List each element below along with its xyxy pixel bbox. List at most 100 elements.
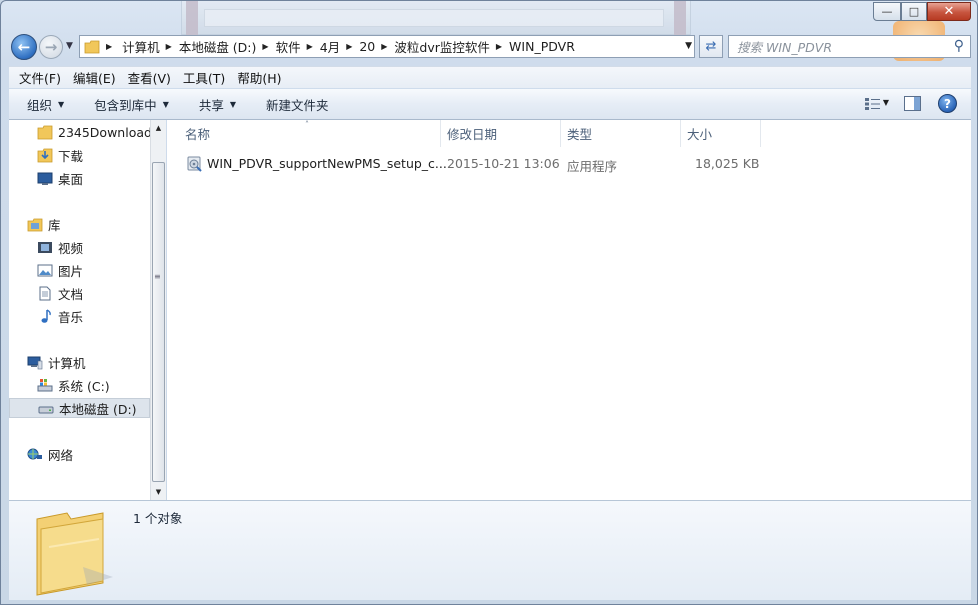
folder-icon [36,512,113,596]
folder-icon [37,125,53,139]
search-icon[interactable]: ⚲ [954,38,964,54]
close-button[interactable]: ✕ [927,2,971,21]
nav-item-label: 系统 (C:) [58,378,110,394]
view-options-icon[interactable] [865,98,881,110]
menu-edit[interactable]: 编辑(E) [67,68,122,87]
organize-label: 组织 [27,97,53,113]
nav-item-music[interactable]: 音乐 [37,306,83,326]
nav-item-computer[interactable]: 计算机 [27,352,86,372]
file-size: 18,025 KB [695,156,760,171]
maximize-button[interactable]: □ [901,2,927,21]
command-bar: 组织 ▼ 包含到库中 ▼ 共享 ▼ 新建文件夹 ▼ ? [9,89,971,120]
nav-item-videos[interactable]: 视频 [37,237,83,257]
menu-file[interactable]: 文件(F) [13,68,67,87]
crumb-separator[interactable]: ▶ [496,42,502,51]
menu-tools[interactable]: 工具(T) [177,68,231,87]
recent-pages-dropdown[interactable]: ▼ [66,41,73,51]
navigation-pane: 2345Downloads 下载 桌面 库 视频 图片 文档 音乐 计算机 系统… [9,120,166,500]
nav-item-label: 视频 [58,240,84,256]
nav-item-drive-c[interactable]: 系统 (C:) [37,375,110,395]
file-list: ˄ 名称 修改日期 类型 大小 WIN_PDVR_supportNewPMS_s… [167,120,971,500]
search-input[interactable]: 搜索 WIN_PDVR ⚲ [728,35,971,58]
nav-item-pictures[interactable]: 图片 [37,260,83,280]
crumb-separator[interactable]: ▶ [381,42,387,51]
forward-button[interactable]: → [39,35,63,59]
scroll-down-icon[interactable]: ▼ [151,484,166,500]
file-name: WIN_PDVR_supportNewPMS_setup_c... [207,156,447,171]
nav-item-downloads[interactable]: 下载 [37,145,83,165]
crumb-april[interactable]: 4月 [320,37,340,56]
navigation-scrollbar[interactable]: ▲ ≡ ▼ [150,120,166,500]
menu-view[interactable]: 查看(V) [122,68,177,87]
column-header-name[interactable]: 名称 [179,120,441,147]
view-dropdown-icon[interactable]: ▼ [883,98,889,107]
nav-item-label: 下载 [58,148,84,164]
nav-item-label: 计算机 [48,355,86,371]
address-bar[interactable]: ▶ 计算机 ▶ 本地磁盘 (D:) ▶ 软件 ▶ 4月 ▶ 20 ▶ 波粒dvr监控软件 ▶… [79,35,695,58]
breadcrumb: 计算机 ▶ 本地磁盘 (D:) ▶ 软件 ▶ 4月 ▶ 20 ▶ 波粒dvr监控软件 ▶ W… [122,37,575,56]
column-header-label: 大小 [687,127,713,142]
pictures-icon [37,264,53,276]
crumb-computer[interactable]: 计算机 [122,37,160,56]
nav-item-label: 本地磁盘 (D:) [59,401,137,417]
menu-help[interactable]: 帮助(H) [231,68,287,87]
help-icon[interactable]: ? [938,94,957,113]
details-pane: 1 个对象 [9,500,971,600]
crumb-separator[interactable]: ▶ [166,42,172,51]
nav-item-network[interactable]: 网络 [27,444,73,464]
address-row: ← → ▼ ▶ 计算机 ▶ 本地磁盘 (D:) ▶ 软件 ▶ 4月 ▶ 20 ▶ 波粒dv… [9,33,971,61]
installer-icon [187,156,202,172]
file-type: 应用程序 [567,159,618,174]
organize-button[interactable]: 组织 ▼ [27,95,64,114]
crumb-software[interactable]: 软件 [276,37,301,56]
video-icon [38,241,52,253]
nav-item-2345downloads[interactable]: 2345Downloads [37,122,158,142]
search-placeholder: 搜索 WIN_PDVR [737,40,833,55]
nav-item-libraries[interactable]: 库 [27,214,61,234]
column-header-modified[interactable]: 修改日期 [441,120,561,147]
folder-icon [84,40,100,53]
column-header-type[interactable]: 类型 [561,120,681,147]
network-icon [27,448,42,459]
back-button[interactable]: ← [11,34,37,60]
chevron-down-icon: ▼ [229,99,237,109]
system-drive-icon [37,378,53,391]
nav-item-desktop[interactable]: 桌面 [37,168,83,188]
drive-icon [38,406,54,413]
caption-buttons: — □ ✕ [873,2,971,21]
minimize-button[interactable]: — [873,2,901,21]
documents-icon [39,286,51,300]
downloads-icon [37,148,53,162]
arrow-right-icon: → [44,38,58,56]
scrollbar-thumb[interactable] [152,162,165,482]
new-folder-button[interactable]: 新建文件夹 [266,95,329,114]
nav-item-drive-d[interactable]: 本地磁盘 (D:) [9,398,150,418]
nav-item-label: 图片 [58,263,84,279]
file-modified: 2015-10-21 13:06 [447,156,560,171]
refresh-button[interactable]: ⇄ [699,35,723,58]
table-row[interactable]: WIN_PDVR_supportNewPMS_setup_c... 2015-1… [167,152,767,174]
new-folder-label: 新建文件夹 [266,97,329,113]
crumb-separator[interactable]: ▶ [262,42,268,51]
nav-item-documents[interactable]: 文档 [37,283,83,303]
preview-pane-icon[interactable] [904,96,921,111]
crumb-separator[interactable]: ▶ [307,42,313,51]
include-library-button[interactable]: 包含到库中 ▼ [94,95,169,114]
crumb-drive-d[interactable]: 本地磁盘 (D:) [179,37,257,56]
item-count: 1 个对象 [133,511,183,526]
crumb-root-arrow[interactable]: ▶ [106,42,116,51]
crumb-win-pdvr[interactable]: WIN_PDVR [509,39,575,54]
crumb-separator[interactable]: ▶ [346,42,352,51]
library-icon [27,218,43,231]
column-header-label: 类型 [567,127,593,142]
column-header-size[interactable]: 大小 [681,120,761,147]
crumb-dvr-software[interactable]: 波粒dvr监控软件 [394,37,489,56]
scroll-up-icon[interactable]: ▲ [151,120,166,136]
menu-bar: 文件(F) 编辑(E) 查看(V) 工具(T) 帮助(H) [9,66,971,88]
crumb-20[interactable]: 20 [359,39,375,54]
address-dropdown-icon[interactable]: ▼ [685,41,692,51]
nav-item-label: 网络 [48,447,74,463]
share-button[interactable]: 共享 ▼ [199,95,236,114]
nav-item-label: 文档 [58,286,84,302]
share-label: 共享 [198,97,224,113]
